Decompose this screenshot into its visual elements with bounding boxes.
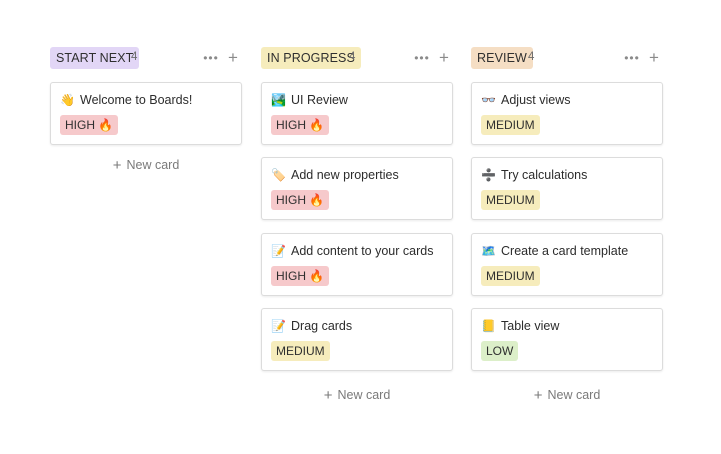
priority-tag: MEDIUM xyxy=(481,190,540,210)
plus-icon: + xyxy=(323,387,333,404)
new-card-label: New card xyxy=(126,158,180,172)
card-title-row: 👓 Adjust views xyxy=(481,93,570,107)
card[interactable]: 👋 Welcome to Boards! HIGH 🔥 xyxy=(50,82,242,145)
card-title-row: 📒 Table view xyxy=(481,319,559,333)
divide-icon: ➗ xyxy=(481,168,496,182)
memo-icon: 📝 xyxy=(271,244,286,258)
card-title-row: ➗ Try calculations xyxy=(481,168,587,182)
card-title-row: 📝 Add content to your cards xyxy=(271,244,433,258)
landscape-icon: 🏞️ xyxy=(271,93,286,107)
priority-tag: MEDIUM xyxy=(481,115,540,135)
card[interactable]: ➗ Try calculations MEDIUM xyxy=(471,157,663,220)
card-title: Add new properties xyxy=(291,168,399,182)
column-title[interactable]: START NEXT xyxy=(50,47,140,69)
column-card-count: 4 xyxy=(131,51,138,63)
map-icon: 🗺️ xyxy=(481,244,496,258)
label-tag-icon: 🏷️ xyxy=(271,168,286,182)
card-title: Adjust views xyxy=(501,93,571,107)
column-in-progress: IN PROGRESS 4 ••• + 🏞️ UI Review HIGH 🔥 🏷… xyxy=(261,47,453,404)
priority-tag: MEDIUM xyxy=(271,341,330,361)
column-start-next: START NEXT 4 ••• + 👋 Welcome to Boards! H… xyxy=(50,47,242,174)
card-title-row: 🏷️ Add new properties xyxy=(271,168,399,182)
add-card-icon[interactable]: + xyxy=(645,47,663,69)
wave-icon: 👋 xyxy=(60,93,75,107)
priority-tag: LOW xyxy=(481,341,519,361)
column-header: IN PROGRESS 4 ••• + xyxy=(261,47,453,69)
priority-tag: HIGH 🔥 xyxy=(60,115,119,135)
column-title[interactable]: REVIEW xyxy=(471,47,533,69)
card-title-row: 🗺️ Create a card template xyxy=(481,244,628,258)
column-review: REVIEW 4 ••• + 👓 Adjust views MEDIUM ➗ Try… xyxy=(471,47,663,404)
plus-icon: + xyxy=(112,157,122,174)
new-card-label: New card xyxy=(337,388,391,402)
new-card-label: New card xyxy=(547,388,601,402)
more-options-icon[interactable]: ••• xyxy=(413,47,431,69)
column-header: START NEXT 4 ••• + xyxy=(50,47,242,69)
column-title[interactable]: IN PROGRESS xyxy=(261,47,361,69)
card-title: Drag cards xyxy=(291,319,353,333)
card[interactable]: 📝 Drag cards MEDIUM xyxy=(261,308,453,371)
priority-tag: HIGH 🔥 xyxy=(271,115,330,135)
card-title: Welcome to Boards! xyxy=(80,93,193,107)
more-options-icon[interactable]: ••• xyxy=(202,47,220,69)
add-card-icon[interactable]: + xyxy=(435,47,453,69)
new-card-button[interactable]: + New card xyxy=(261,387,453,404)
card[interactable]: 👓 Adjust views MEDIUM xyxy=(471,82,663,145)
card-title-row: 🏞️ UI Review xyxy=(271,93,348,107)
memo-icon: 📝 xyxy=(271,319,286,333)
priority-tag: HIGH 🔥 xyxy=(271,190,330,210)
card-title: Table view xyxy=(501,319,560,333)
card-title: Add content to your cards xyxy=(291,244,434,258)
card[interactable]: 🏷️ Add new properties HIGH 🔥 xyxy=(261,157,453,220)
notebook-icon: 📒 xyxy=(481,319,496,333)
column-card-count: 4 xyxy=(528,51,535,63)
card-title: UI Review xyxy=(291,93,348,107)
card-title-row: 📝 Drag cards xyxy=(271,319,352,333)
glasses-icon: 👓 xyxy=(481,93,496,107)
priority-tag: MEDIUM xyxy=(481,266,540,286)
card-title-row: 👋 Welcome to Boards! xyxy=(60,93,192,107)
priority-tag: HIGH 🔥 xyxy=(271,266,330,286)
card-title: Create a card template xyxy=(501,244,629,258)
plus-icon: + xyxy=(533,387,543,404)
card-title: Try calculations xyxy=(501,168,588,182)
card[interactable]: 🗺️ Create a card template MEDIUM xyxy=(471,233,663,296)
add-card-icon[interactable]: + xyxy=(224,47,242,69)
column-header: REVIEW 4 ••• + xyxy=(471,47,663,69)
new-card-button[interactable]: + New card xyxy=(471,387,663,404)
card[interactable]: 🏞️ UI Review HIGH 🔥 xyxy=(261,82,453,145)
new-card-button[interactable]: + New card xyxy=(50,157,242,174)
card[interactable]: 📒 Table view LOW xyxy=(471,308,663,371)
more-options-icon[interactable]: ••• xyxy=(623,47,641,69)
column-card-count: 4 xyxy=(349,51,356,63)
card[interactable]: 📝 Add content to your cards HIGH 🔥 xyxy=(261,233,453,296)
